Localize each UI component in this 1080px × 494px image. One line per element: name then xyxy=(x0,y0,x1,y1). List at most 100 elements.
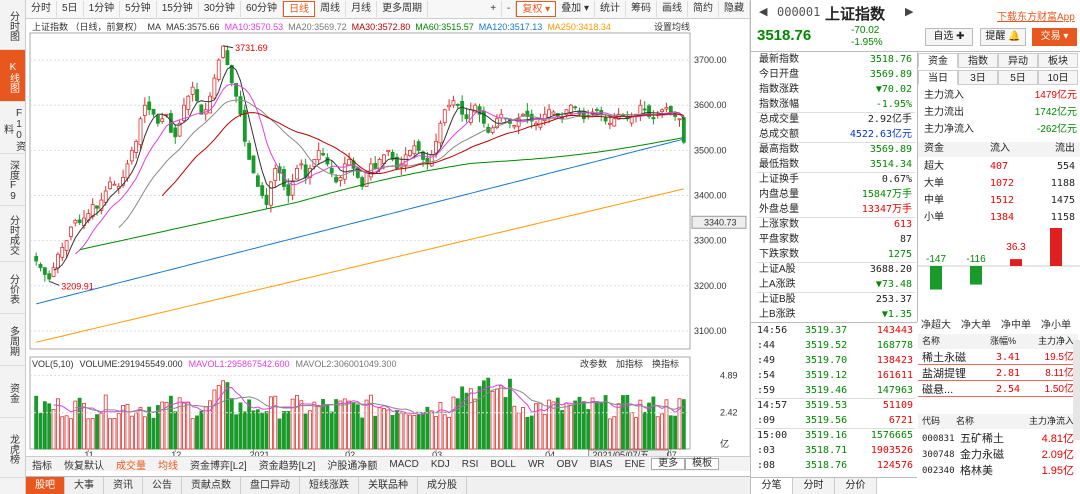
vol-action-2[interactable]: 换指标 xyxy=(652,358,679,369)
tool-4[interactable]: 统计 xyxy=(595,1,626,17)
price-tick: 3300.00 xyxy=(694,236,727,246)
bottom-nav-1[interactable]: 大事 xyxy=(65,476,104,494)
sector-row[interactable]: 盐湖提锂 2.81 8.11亿 xyxy=(918,367,1078,381)
period-0[interactable]: 分时 xyxy=(26,1,57,17)
volume-bar xyxy=(242,411,247,450)
period-9[interactable]: 月线 xyxy=(346,1,378,17)
tool-0[interactable]: + xyxy=(485,1,503,17)
period-6[interactable]: 60分钟 xyxy=(241,1,284,17)
volume-bar xyxy=(464,392,469,450)
price-tick: 3100.00 xyxy=(694,326,727,336)
stock-row[interactable]: 000831 五矿稀土 4.81亿 xyxy=(918,432,1078,446)
kline-chart-svg[interactable]: 3700.00 3600.00 3500.00 3400.00 3300.00 3200.… xyxy=(26,19,751,461)
indicator-tab-11[interactable]: WR xyxy=(522,459,551,470)
download-app-link[interactable]: 下载东方财富App xyxy=(997,8,1075,23)
indicator-tab-6[interactable]: 沪股通净额 xyxy=(321,457,383,472)
tool-6[interactable]: 画线 xyxy=(657,1,688,17)
indicator-tab-13[interactable]: BIAS xyxy=(584,459,619,470)
tool-8[interactable]: 隐藏 xyxy=(719,1,750,17)
price-axis-tag: 3340.73 xyxy=(704,217,737,227)
tick-tab-0[interactable]: 分笔 xyxy=(751,478,793,494)
bottom-nav-2[interactable]: 资讯 xyxy=(104,476,143,494)
sector-row[interactable]: 磁悬... 2.54 1.50亿 xyxy=(918,383,1078,397)
fund-period-3[interactable]: 10日 xyxy=(1038,70,1078,85)
fund-tab-3[interactable]: 板块 xyxy=(1038,53,1078,68)
bottom-nav-0[interactable]: 股吧 xyxy=(26,476,65,494)
indicator-tab-3[interactable]: 均线 xyxy=(152,457,184,472)
quote-row: 上证换手 0.67% xyxy=(759,173,914,187)
stock-row[interactable]: 002340 格林美 1.95亿 xyxy=(918,464,1078,478)
indicator-tab-15[interactable]: 更多 xyxy=(651,458,686,470)
indicator-tab-2[interactable]: 成交量 xyxy=(110,457,152,472)
bottom-nav-3[interactable]: 公告 xyxy=(143,476,182,494)
indicator-tab-8[interactable]: KDJ xyxy=(425,459,456,470)
period-10[interactable]: 更多周期 xyxy=(377,1,429,17)
bottom-nav-7[interactable]: 关联品种 xyxy=(359,476,418,494)
sector-row[interactable]: 稀土永磁 3.41 19.5亿 xyxy=(918,351,1078,365)
net-bar-label-2: 净中单 xyxy=(1001,318,1031,330)
candle-body xyxy=(295,168,299,180)
tool-7[interactable]: 简约 xyxy=(688,1,719,17)
period-3[interactable]: 5分钟 xyxy=(120,1,157,17)
fund-tab-1[interactable]: 指数 xyxy=(958,53,998,68)
next-arrow-icon[interactable]: ▶ xyxy=(905,5,913,18)
fund-period-0[interactable]: 当日 xyxy=(918,70,958,85)
indicator-tab-1[interactable]: 恢复默认 xyxy=(58,457,110,472)
scrollbar[interactable] xyxy=(1073,340,1080,440)
ma-settings-button[interactable]: 设置均线 xyxy=(654,21,690,32)
indicator-tab-0[interactable]: 指标 xyxy=(26,457,58,472)
left-tab-1[interactable]: K线图 xyxy=(0,50,25,102)
left-tab-3[interactable]: 深度F9 xyxy=(0,154,25,206)
period-2[interactable]: 1分钟 xyxy=(84,1,121,17)
bottom-nav-8[interactable]: 成分股 xyxy=(418,476,467,494)
indicator-tab-4[interactable]: 资金博弈[L2] xyxy=(184,457,253,472)
left-tab-7[interactable]: 资金 xyxy=(0,366,25,418)
stock-row[interactable]: 300748 金力永磁 2.09亿 xyxy=(918,448,1078,462)
period-7[interactable]: 日线 xyxy=(283,1,316,17)
vol-action-0[interactable]: 改参数 xyxy=(580,358,607,369)
trade-button[interactable]: 交易 ▾ xyxy=(1032,28,1077,46)
indicator-tab-7[interactable]: MACD xyxy=(383,459,424,470)
period-1[interactable]: 5日 xyxy=(57,1,84,17)
bottom-nav-6[interactable]: 短线涨跌 xyxy=(300,476,359,494)
tool-5[interactable]: 筹码 xyxy=(626,1,657,17)
indicator-tab-5[interactable]: 资金趋势[L2] xyxy=(253,457,322,472)
bottom-nav-4[interactable]: 贡献点数 xyxy=(182,476,241,494)
left-tab-6[interactable]: 多周期 xyxy=(0,314,25,366)
volume-bar xyxy=(38,412,43,450)
tick-tab-2[interactable]: 分价 xyxy=(835,478,877,494)
left-tab-8[interactable]: 龙虎榜 xyxy=(0,418,25,478)
volume-bar xyxy=(325,405,330,450)
vol-action-1[interactable]: 加指标 xyxy=(616,358,643,369)
tick-tab-1[interactable]: 分时 xyxy=(793,478,835,494)
indicator-tab-12[interactable]: OBV xyxy=(551,459,584,470)
fund-period-2[interactable]: 5日 xyxy=(998,70,1038,85)
add-watchlist-button[interactable]: 自选 ✚ xyxy=(925,28,973,46)
quote-row: 外盘总量 13347万手 xyxy=(759,203,914,217)
fund-tab-2[interactable]: 异动 xyxy=(998,53,1038,68)
indicator-tab-14[interactable]: ENE xyxy=(619,459,652,470)
period-4[interactable]: 15分钟 xyxy=(157,1,199,17)
left-tab-2[interactable]: F10资料 xyxy=(0,102,25,154)
indicator-tab-9[interactable]: RSI xyxy=(456,459,485,470)
tool-2[interactable]: 复权 ▾ xyxy=(516,1,557,17)
bottom-nav-5[interactable]: 盘口异动 xyxy=(241,476,300,494)
period-8[interactable]: 周线 xyxy=(315,1,347,17)
indicator-tab-16[interactable]: 模板 xyxy=(685,458,720,470)
tool-1[interactable]: - xyxy=(502,1,517,17)
left-tab-0[interactable]: 分时图 xyxy=(0,0,25,50)
indicator-tab-10[interactable]: BOLL xyxy=(484,459,522,470)
fund-period-1[interactable]: 3日 xyxy=(958,70,998,85)
left-tab-4[interactable]: 分时成交 xyxy=(0,206,25,262)
fund-tab-0[interactable]: 资金 xyxy=(918,53,958,68)
candle-body xyxy=(51,267,56,277)
prev-arrow-icon[interactable]: ◀ xyxy=(759,5,767,18)
left-tab-5[interactable]: 分价表 xyxy=(0,262,25,314)
volume-bar xyxy=(208,400,212,450)
tool-3[interactable]: 叠加 ▾ xyxy=(556,1,595,17)
period-5[interactable]: 30分钟 xyxy=(199,1,241,17)
alert-button[interactable]: 提醒 🔔 xyxy=(980,28,1026,46)
volume-bar xyxy=(403,412,408,450)
kline-chart[interactable]: 3700.00 3600.00 3500.00 3400.00 3300.00 3200.… xyxy=(26,19,751,461)
candle-body xyxy=(347,158,352,166)
